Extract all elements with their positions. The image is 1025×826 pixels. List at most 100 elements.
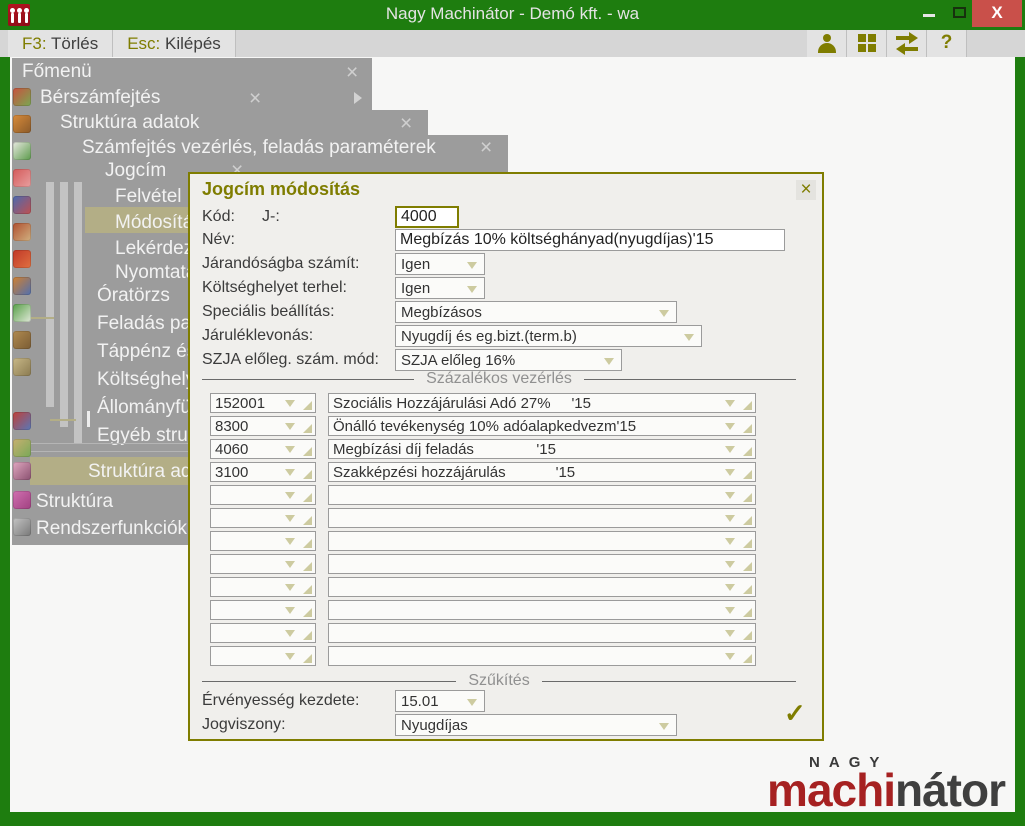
row-code-combo[interactable]: 4060: [210, 439, 316, 459]
chevron-down-icon: [725, 538, 735, 545]
book-green-icon[interactable]: [13, 304, 31, 322]
jarulek-dropdown[interactable]: Nyugdíj és eg.bizt.(term.b): [395, 325, 702, 347]
resize-corner-icon: [743, 493, 752, 502]
row-name-combo[interactable]: [328, 531, 756, 551]
chevron-down-icon: [285, 446, 295, 453]
close-panel-icon[interactable]: ×: [346, 64, 358, 82]
row-code-combo[interactable]: [210, 600, 316, 620]
row-name-combo[interactable]: [328, 600, 756, 620]
resize-corner-icon: [743, 424, 752, 433]
menu-item-oratorzs[interactable]: Óratörzs: [97, 285, 170, 307]
close-panel-icon[interactable]: ×: [480, 139, 492, 157]
row-code-combo[interactable]: 152001: [210, 393, 316, 413]
panel-title-szamfejtes[interactable]: Számfejtés vezérlés, feladás paraméterek: [82, 137, 436, 159]
resize-corner-icon: [303, 493, 312, 502]
maximize-button[interactable]: [946, 0, 972, 27]
ervenyesseg-label: Érvényesség kezdete:: [202, 692, 359, 710]
chevron-down-icon: [285, 423, 295, 430]
map-icon[interactable]: [13, 439, 31, 457]
row-name-combo[interactable]: [328, 554, 756, 574]
user-button[interactable]: [807, 30, 847, 57]
close-panel-icon[interactable]: ×: [400, 115, 412, 133]
row-name-combo[interactable]: [328, 623, 756, 643]
chevron-down-icon: [725, 653, 735, 660]
row-code-combo[interactable]: 8300: [210, 416, 316, 436]
panel-title-jogcim[interactable]: Jogcím: [105, 160, 166, 182]
cart-icon[interactable]: [13, 115, 31, 133]
transfer-button[interactable]: [887, 30, 927, 57]
szja-dropdown[interactable]: SZJA előleg 16%: [395, 349, 622, 371]
row-code-combo[interactable]: [210, 531, 316, 551]
ervenyesseg-dropdown[interactable]: 15.01: [395, 690, 485, 712]
truck-icon[interactable]: [13, 196, 31, 214]
panel-title-berszamfejtes[interactable]: Bérszámfejtés: [40, 87, 160, 109]
house-icon[interactable]: [13, 412, 31, 430]
row-name-combo[interactable]: [328, 646, 756, 666]
basket-icon[interactable]: [13, 88, 31, 106]
coins-icon[interactable]: [13, 169, 31, 187]
row-code-combo[interactable]: [210, 508, 316, 528]
help-button[interactable]: ?: [927, 30, 967, 57]
jarandosag-dropdown[interactable]: Igen: [395, 253, 485, 275]
box-icon[interactable]: [13, 331, 31, 349]
minimize-button[interactable]: [916, 0, 942, 27]
resize-corner-icon: [303, 516, 312, 525]
row-name-combo[interactable]: Megbízási díj feladás '15: [328, 439, 756, 459]
toolbar-key-buttons: F3: Törlés Esc: Kilépés: [8, 30, 236, 57]
specialis-dropdown[interactable]: Megbízásos: [395, 301, 677, 323]
close-window-button[interactable]: X: [972, 0, 1022, 27]
chevron-down-icon: [659, 723, 669, 730]
row-name-combo[interactable]: Szociális Hozzájárulási Adó 27% '15: [328, 393, 756, 413]
confirm-check-icon[interactable]: ✓: [784, 698, 806, 729]
row-code-combo[interactable]: [210, 646, 316, 666]
jogviszony-label: Jogviszony:: [202, 716, 286, 734]
jogviszony-dropdown[interactable]: Nyugdíjas: [395, 714, 677, 736]
menu-item-rendszerfunkciok[interactable]: Rendszerfunkciók: [36, 518, 187, 540]
row-name-combo[interactable]: [328, 485, 756, 505]
close-panel-icon[interactable]: ×: [249, 90, 261, 108]
close-dialog-icon[interactable]: ×: [796, 180, 816, 200]
row-code-combo[interactable]: [210, 554, 316, 574]
kod-input[interactable]: [395, 206, 459, 228]
row-name-combo[interactable]: [328, 508, 756, 528]
chevron-down-icon: [285, 515, 295, 522]
koltseghely-dropdown[interactable]: Igen: [395, 277, 485, 299]
row-name-combo[interactable]: Szakképzési hozzájárulás '15: [328, 462, 756, 482]
user-icon[interactable]: [13, 462, 31, 480]
money-icon[interactable]: [13, 358, 31, 376]
menu-item-struktura[interactable]: Struktúra: [36, 491, 113, 513]
table-row: [210, 531, 776, 551]
exit-key-hint: Esc:: [127, 34, 160, 53]
row-name-combo[interactable]: [328, 577, 756, 597]
panel-title-fomenu[interactable]: Főmenü: [22, 61, 92, 83]
brand-logo: NAGY machinátor: [767, 754, 1005, 810]
delete-button[interactable]: F3: Törlés: [8, 30, 113, 57]
app-window: Nagy Machinátor - Demó kft. - wa X F3: T…: [0, 0, 1025, 826]
gears-icon[interactable]: [13, 518, 31, 536]
folder-red-icon[interactable]: [13, 250, 31, 268]
exit-button[interactable]: Esc: Kilépés: [113, 30, 236, 57]
modules-button[interactable]: [847, 30, 887, 57]
row-code-combo[interactable]: [210, 577, 316, 597]
exit-label: Kilépés: [165, 34, 221, 53]
menu-item-felvetel[interactable]: Felvétel: [115, 186, 182, 208]
chevron-down-icon: [725, 607, 735, 614]
document-icon[interactable]: [13, 142, 31, 160]
row-code-combo[interactable]: [210, 485, 316, 505]
row-code-combo[interactable]: [210, 623, 316, 643]
help-icon: ?: [927, 32, 966, 54]
row-code-combo[interactable]: 3100: [210, 462, 316, 482]
chart-person-icon[interactable]: [13, 277, 31, 295]
chevron-down-icon: [285, 561, 295, 568]
chevron-down-icon: [467, 286, 477, 293]
tools-icon[interactable]: [13, 223, 31, 241]
frame-left: [0, 57, 10, 826]
kod-prefix-label: J-:: [262, 208, 280, 226]
table-row: [210, 554, 776, 574]
chevron-down-icon: [725, 423, 735, 430]
row-name-combo[interactable]: Önálló tevékenység 10% adóalapkedvezm'15: [328, 416, 756, 436]
nev-input[interactable]: [395, 229, 785, 251]
panel-title-struktura-adatok[interactable]: Struktúra adatok: [60, 112, 199, 134]
resize-corner-icon: [743, 516, 752, 525]
cube-icon[interactable]: [13, 491, 31, 509]
